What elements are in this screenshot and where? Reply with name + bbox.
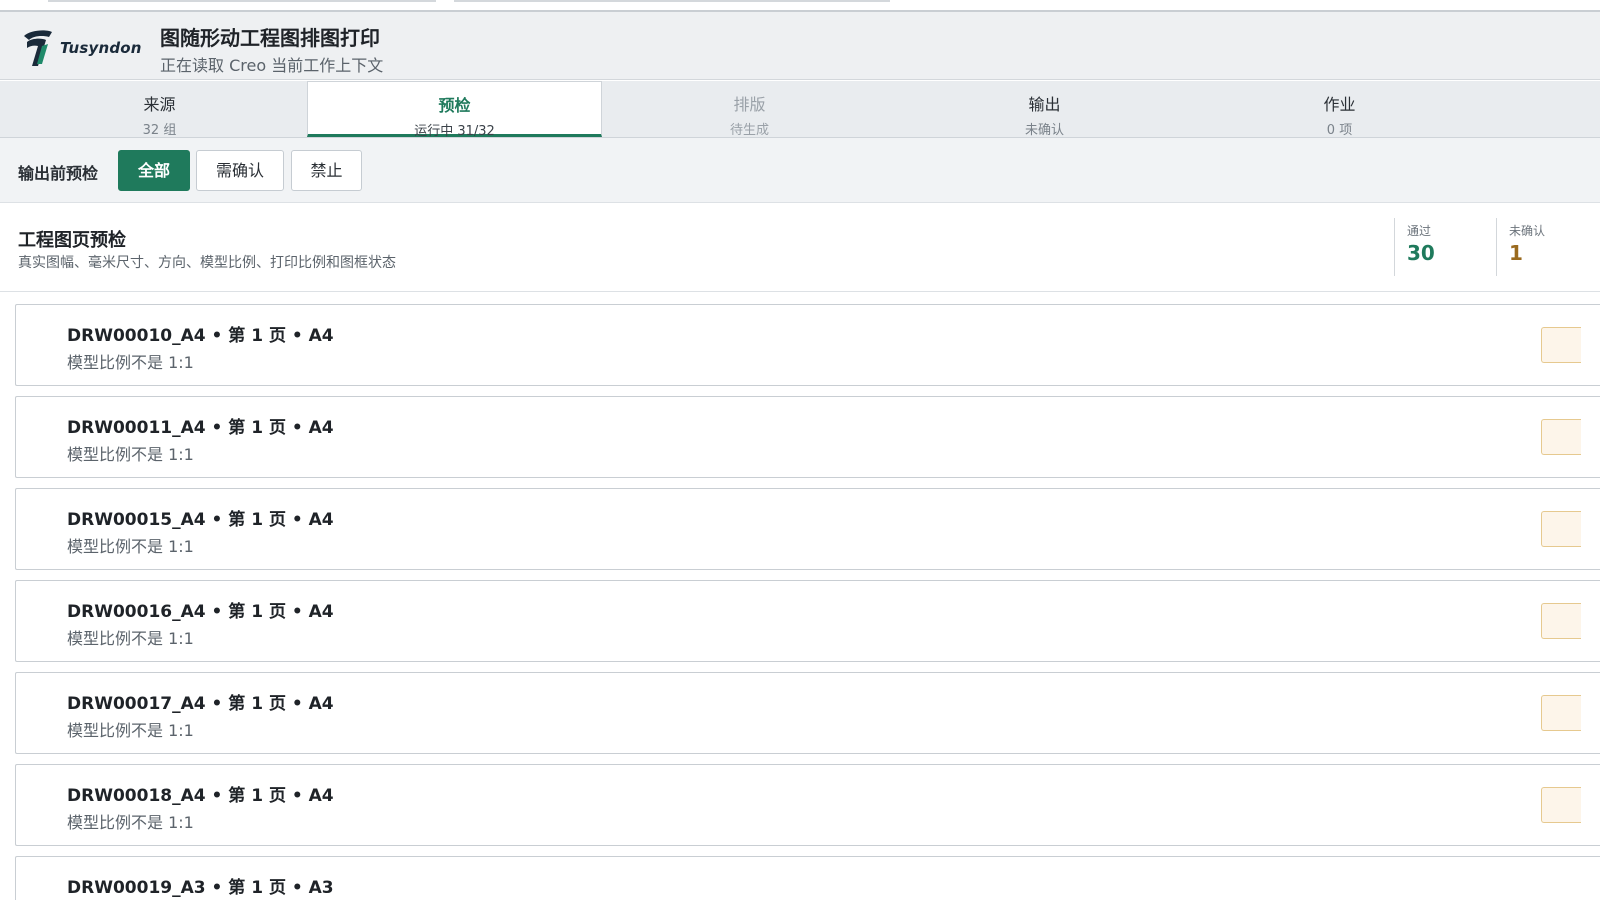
tab-jobs[interactable]: 作业 0 项 [1192,81,1487,138]
filter-needs-confirm-button[interactable]: 需确认 [196,150,284,191]
stat-unconfirmed: 未确认 1 [1496,218,1600,276]
list-item[interactable]: DRW00017_A4 • 第 1 页 • A4 模型比例不是 1:1 [15,672,1600,754]
list-item[interactable]: DRW00015_A4 • 第 1 页 • A4 模型比例不是 1:1 [15,488,1600,570]
tab-output[interactable]: 输出 未确认 [897,81,1192,138]
filter-blocked-button[interactable]: 禁止 [291,150,362,191]
precheck-list: DRW00010_A4 • 第 1 页 • A4 模型比例不是 1:1 DRW0… [0,292,1600,900]
tab-label: 排版 [733,95,766,114]
item-detail: 模型比例不是 1:1 [67,721,194,740]
list-item[interactable]: DRW00011_A4 • 第 1 页 • A4 模型比例不是 1:1 [15,396,1600,478]
list-item[interactable]: DRW00010_A4 • 第 1 页 • A4 模型比例不是 1:1 [15,304,1600,386]
item-title: DRW00017_A4 • 第 1 页 • A4 [67,694,334,714]
list-item[interactable]: DRW00018_A4 • 第 1 页 • A4 模型比例不是 1:1 [15,764,1600,846]
item-action-button[interactable] [1541,419,1581,455]
tab-sublabel: 运行中 31/32 [414,124,495,139]
tab-sublabel: 未确认 [1024,123,1064,138]
filter-label: 输出前预检 [18,164,99,183]
item-detail: 模型比例不是 1:1 [67,813,194,832]
item-action-button[interactable] [1541,695,1581,731]
brand-name: Tusyndon [60,39,142,57]
stat-label: 未确认 [1509,224,1546,238]
tab-label: 输出 [1028,95,1061,114]
brand-logo-icon [24,30,52,66]
precheck-section-header: 工程图页预检 真实图幅、毫米尺寸、方向、模型比例、打印比例和图框状态 通过 30… [0,204,1600,292]
tab-label: 作业 [1323,95,1356,114]
tab-sublabel: 0 项 [1326,123,1353,138]
tab-source[interactable]: 来源 32 组 [12,81,307,138]
list-item[interactable]: DRW00016_A4 • 第 1 页 • A4 模型比例不是 1:1 [15,580,1600,662]
brand-logo: Tusyndon [16,26,146,70]
tab-precheck[interactable]: 预检 运行中 31/32 [307,81,602,139]
item-action-button[interactable] [1541,603,1581,639]
stat-value: 1 [1509,241,1523,265]
stat-label: 通过 [1407,224,1432,238]
stat-value: 30 [1407,241,1435,265]
item-title: DRW00018_A4 • 第 1 页 • A4 [67,786,334,806]
top-strip-segment [48,0,436,2]
window-top-strip [0,0,1600,12]
item-title: DRW00016_A4 • 第 1 页 • A4 [67,602,334,622]
tab-label: 来源 [143,95,176,114]
tab-label: 预检 [438,96,471,115]
app-status-text: 正在读取 Creo 当前工作上下文 [160,56,384,75]
item-detail: 模型比例不是 1:1 [67,353,194,372]
app-header: Tusyndon 图随形动工程图排图打印 正在读取 Creo 当前工作上下文 [0,12,1600,80]
section-description: 真实图幅、毫米尺寸、方向、模型比例、打印比例和图框状态 [18,255,396,271]
item-title: DRW00011_A4 • 第 1 页 • A4 [67,418,334,438]
item-detail: 模型比例不是 1:1 [67,537,194,556]
list-item[interactable]: DRW00019_A3 • 第 1 页 • A3 [15,856,1600,900]
section-title: 工程图页预检 [18,230,126,251]
tab-sublabel: 待生成 [729,123,769,138]
item-action-button[interactable] [1541,327,1581,363]
app-title: 图随形动工程图排图打印 [160,26,380,50]
filter-all-button[interactable]: 全部 [118,150,190,191]
workflow-tabs: 来源 32 组 预检 运行中 31/32 排版 待生成 输出 未确认 作业 0 … [0,81,1600,139]
item-action-button[interactable] [1541,511,1581,547]
stat-passed: 通过 30 [1394,218,1484,276]
item-title: DRW00010_A4 • 第 1 页 • A4 [67,326,334,346]
item-title: DRW00015_A4 • 第 1 页 • A4 [67,510,334,530]
top-strip-segment [454,0,890,2]
item-title: DRW00019_A3 • 第 1 页 • A3 [67,878,334,898]
tab-sublabel: 32 组 [142,123,177,138]
precheck-filter-bar: 输出前预检 全部 需确认 禁止 [0,138,1600,203]
item-detail: 模型比例不是 1:1 [67,629,194,648]
tab-layout[interactable]: 排版 待生成 [602,81,897,138]
item-action-button[interactable] [1541,787,1581,823]
item-detail: 模型比例不是 1:1 [67,445,194,464]
